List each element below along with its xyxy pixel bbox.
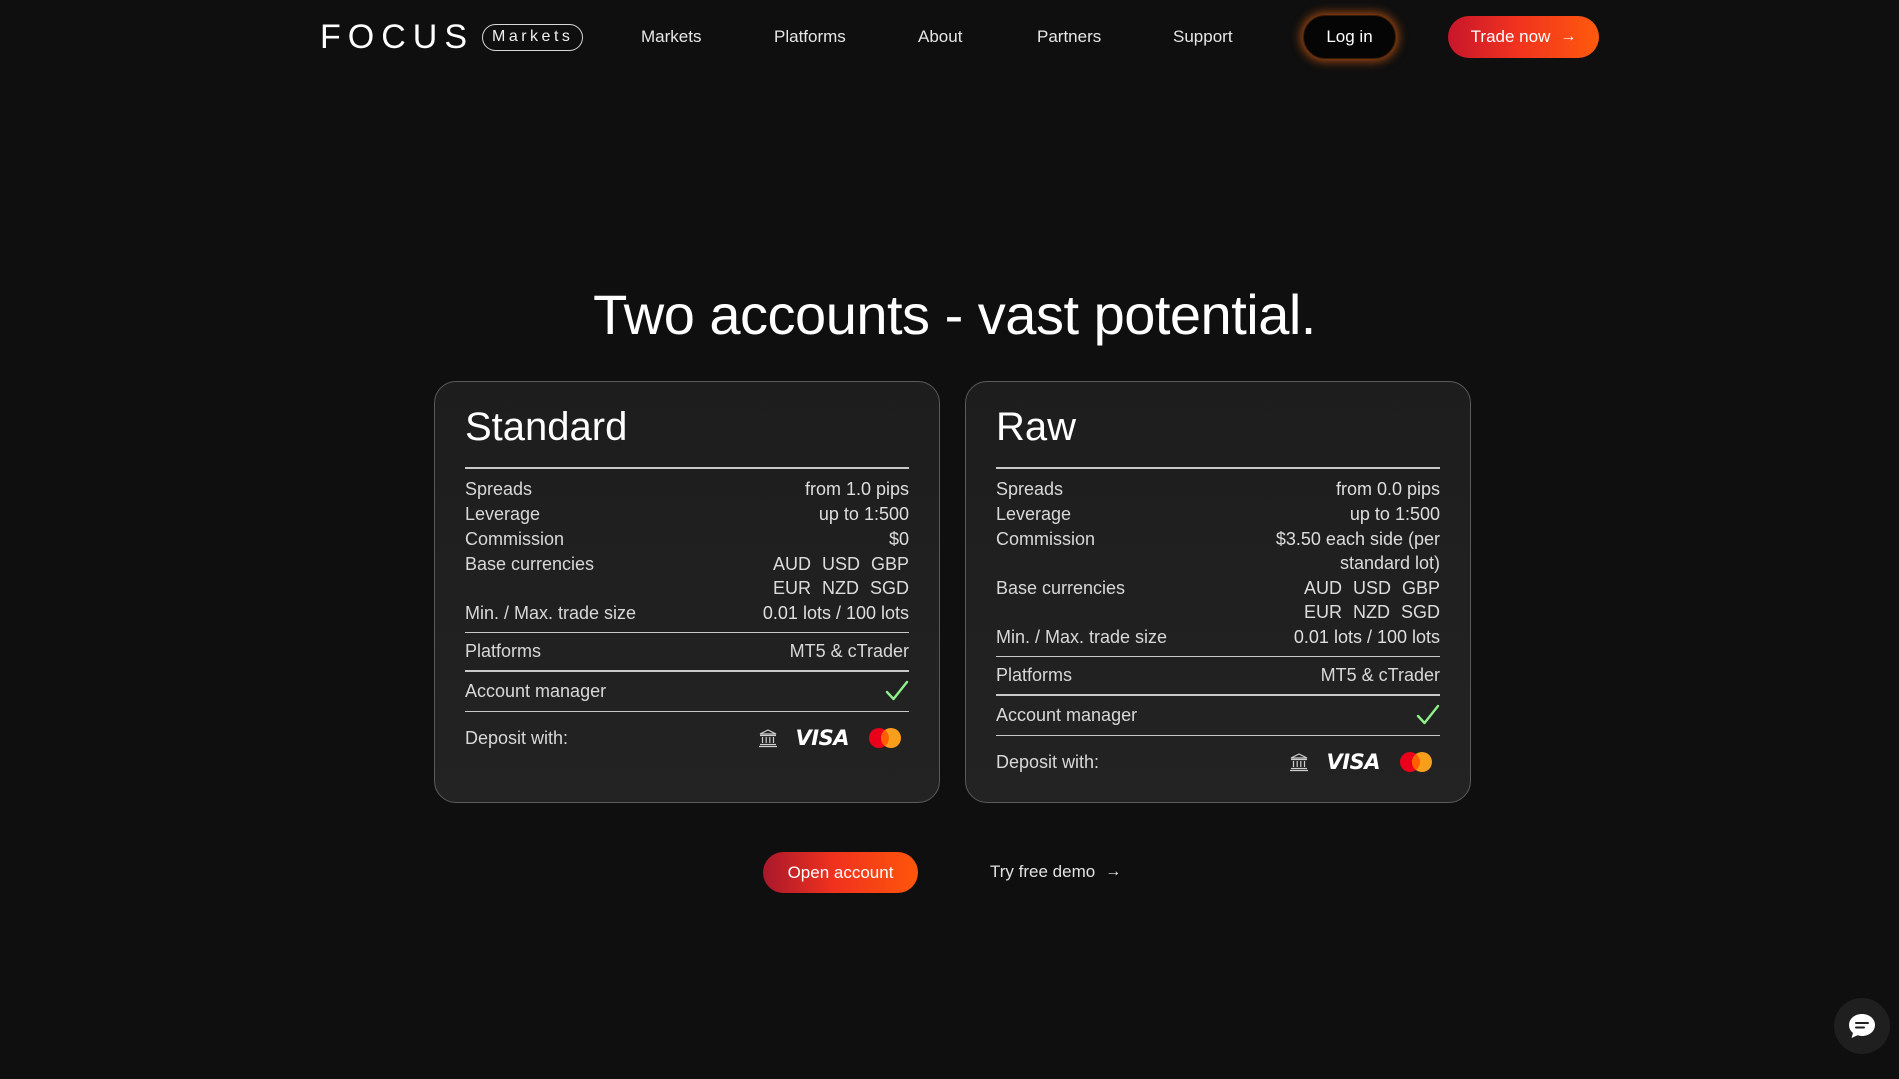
bank-icon	[758, 729, 777, 748]
nav-item-partners[interactable]: Partners	[1037, 27, 1101, 47]
spec-label: Leverage	[465, 503, 541, 524]
payment-methods: VISA	[758, 726, 909, 750]
spec-value: $3.50 each side (per standard lot)	[1276, 527, 1440, 575]
login-button-label: Log in	[1326, 27, 1373, 46]
spec-value: from 0.0 pips	[1335, 478, 1440, 499]
spec-value: MT5 & cTrader	[789, 641, 909, 661]
spec-row-leverage: Leverage up to 1:500	[465, 502, 909, 526]
checkmark-icon	[885, 680, 909, 701]
spec-value: AUD USD GBP EUR NZD SGD	[773, 552, 909, 600]
focus-markets-logo[interactable]: FOCUS Markets	[320, 18, 584, 56]
open-account-label: Open account	[787, 862, 894, 882]
spec-value: MT5 & cTrader	[1320, 665, 1440, 685]
spec-row-account-manager: Account manager	[996, 696, 1440, 735]
spec-value: 0.01 lots / 100 lots	[762, 602, 909, 623]
spec-label: Leverage	[996, 503, 1072, 524]
try-free-demo-label: Try free demo	[990, 862, 1096, 881]
currencies-line-1: AUD USD GBP	[772, 553, 909, 574]
spec-row-leverage: Leverage up to 1:500	[996, 502, 1440, 526]
deposit-row: Deposit with: VISA	[996, 736, 1440, 788]
spec-row-account-manager: Account manager	[465, 672, 909, 711]
nav-item-support[interactable]: Support	[1173, 27, 1233, 47]
spec-value: 0.01 lots / 100 lots	[1293, 626, 1440, 647]
spec-row-trade-size: Min. / Max. trade size 0.01 lots / 100 l…	[996, 625, 1440, 649]
currencies-line-1: AUD USD GBP	[1303, 577, 1440, 598]
currencies-line-2: EUR NZD SGD	[1303, 601, 1440, 622]
payment-methods: VISA	[1289, 750, 1440, 774]
commission-line-1: $3.50 each side (per	[1275, 528, 1440, 549]
chat-bubble-icon	[1849, 1014, 1875, 1038]
spec-label: Platforms	[996, 665, 1073, 685]
page-title: Two accounts - vast potential.	[593, 283, 1316, 346]
spec-row-commission: Commission $0	[465, 527, 909, 551]
spec-label: Base currencies	[465, 553, 595, 574]
spec-row-platforms: Platforms MT5 & cTrader	[465, 633, 909, 670]
spec-value: $0	[888, 528, 909, 549]
trade-now-label: Trade now	[1470, 27, 1551, 46]
commission-line-2: standard lot)	[1339, 552, 1440, 573]
visa-icon: VISA	[795, 726, 850, 750]
spec-row-spreads: Spreads from 1.0 pips	[465, 477, 909, 501]
deposit-label: Deposit with:	[465, 727, 569, 748]
spec-label: Min. / Max. trade size	[996, 626, 1168, 647]
spec-label: Spreads	[996, 478, 1064, 499]
arrow-right-icon: →	[1105, 863, 1122, 880]
nav-item-platforms[interactable]: Platforms	[774, 27, 846, 47]
visa-icon: VISA	[1326, 750, 1381, 774]
nav-item-about[interactable]: About	[918, 27, 962, 47]
spec-label: Commission	[465, 528, 565, 549]
chat-widget-button[interactable]	[1834, 998, 1890, 1054]
card-title: Raw	[996, 405, 1077, 449]
spec-row-trade-size: Min. / Max. trade size 0.01 lots / 100 l…	[465, 601, 909, 625]
login-button[interactable]: Log in	[1303, 15, 1396, 59]
spec-value: from 1.0 pips	[804, 478, 909, 499]
arrow-right-icon: →	[1560, 28, 1577, 45]
card-title: Standard	[465, 405, 628, 449]
trade-now-button[interactable]: Trade now →	[1448, 16, 1599, 58]
spec-value: up to 1:500	[1349, 503, 1440, 524]
deposit-label: Deposit with:	[996, 751, 1100, 772]
spec-label: Min. / Max. trade size	[465, 602, 637, 623]
open-account-button[interactable]: Open account	[763, 852, 918, 893]
mastercard-icon	[1400, 752, 1432, 772]
spec-label: Platforms	[465, 641, 542, 661]
spec-row-spreads: Spreads from 0.0 pips	[996, 477, 1440, 501]
checkmark-icon	[1416, 704, 1440, 725]
spec-label: Commission	[996, 528, 1096, 549]
bank-icon	[1289, 753, 1308, 772]
logo-pill: Markets	[482, 23, 584, 51]
spec-row-base-currencies: Base currencies AUD USD GBP EUR NZD SGD	[465, 552, 909, 600]
deposit-row: Deposit with: VISA	[465, 712, 909, 764]
try-free-demo-link[interactable]: Try free demo →	[990, 862, 1121, 882]
spec-row-platforms: Platforms MT5 & cTrader	[996, 657, 1440, 694]
spec-list: Spreads from 0.0 pips Leverage up to 1:5…	[996, 469, 1440, 656]
site-header: FOCUS Markets Markets Platforms About Pa…	[0, 0, 1899, 74]
nav-item-markets[interactable]: Markets	[641, 27, 701, 47]
currencies-line-2: EUR NZD SGD	[772, 577, 909, 598]
logo-wordmark: FOCUS	[320, 18, 474, 56]
account-card-raw: Raw Spreads from 0.0 pips Leverage up to…	[965, 381, 1471, 803]
spec-row-base-currencies: Base currencies AUD USD GBP EUR NZD SGD	[996, 576, 1440, 624]
spec-label: Base currencies	[996, 577, 1126, 598]
spec-value: up to 1:500	[818, 503, 909, 524]
spec-value: AUD USD GBP EUR NZD SGD	[1304, 576, 1440, 624]
spec-list: Spreads from 1.0 pips Leverage up to 1:5…	[465, 469, 909, 632]
spec-label: Account manager	[465, 680, 607, 701]
spec-label: Spreads	[465, 478, 533, 499]
spec-row-commission: Commission $3.50 each side (per standard…	[996, 527, 1440, 575]
mastercard-icon	[869, 728, 901, 748]
spec-label: Account manager	[996, 704, 1138, 725]
account-card-standard: Standard Spreads from 1.0 pips Leverage …	[434, 381, 940, 803]
